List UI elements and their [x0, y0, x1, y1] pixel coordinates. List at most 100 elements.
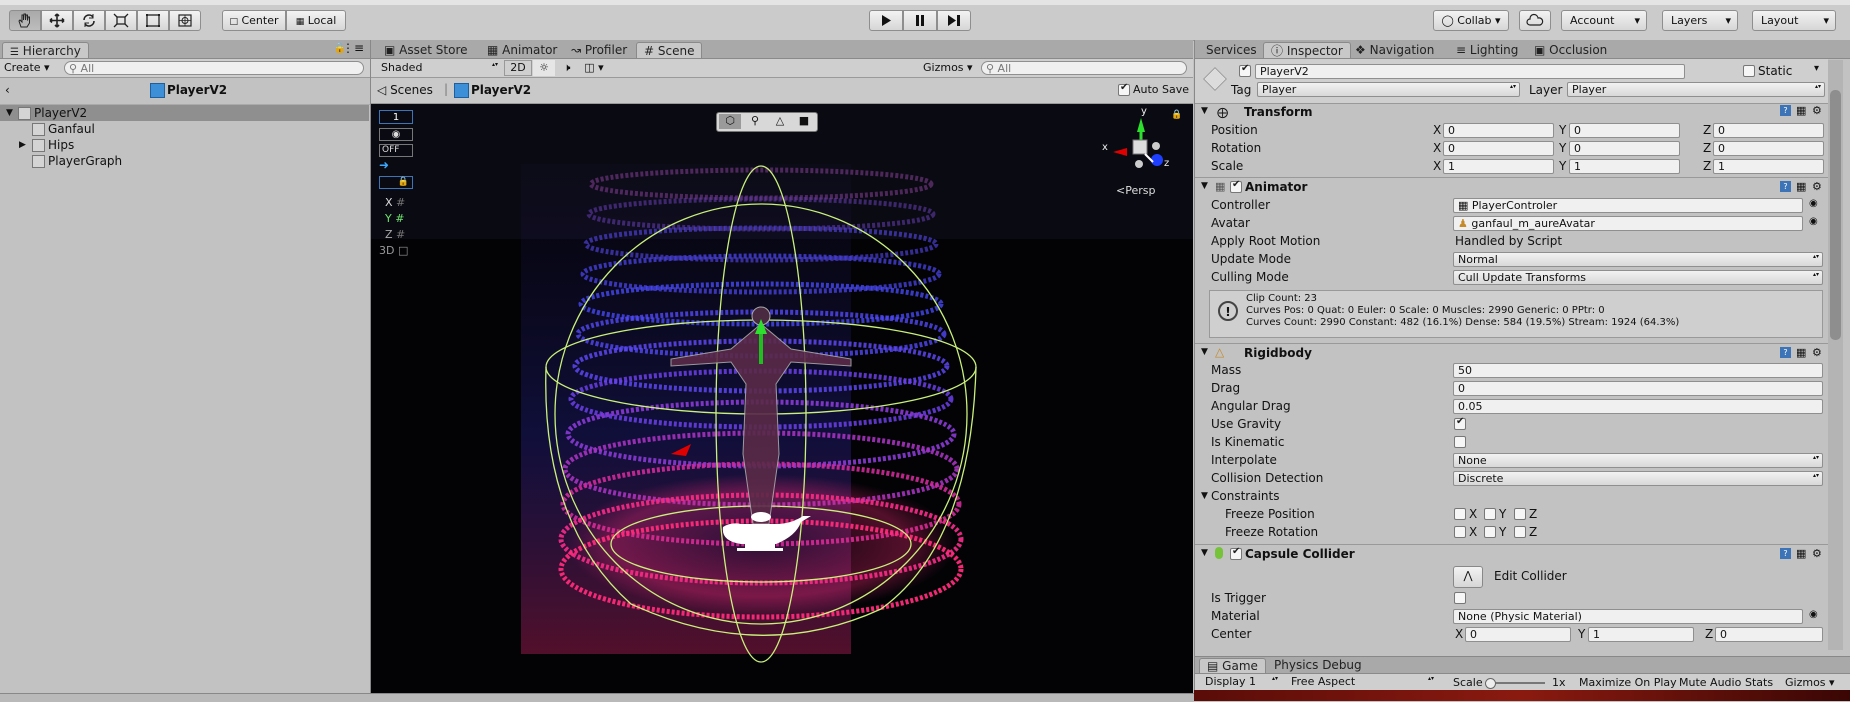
- display-dropdown[interactable]: Display 1: [1201, 675, 1281, 690]
- tab-animator[interactable]: ▦ Animator: [480, 42, 564, 58]
- center-y-field[interactable]: 1: [1588, 627, 1694, 642]
- position-y-field[interactable]: 0: [1569, 123, 1680, 138]
- drag-field[interactable]: 0: [1453, 381, 1823, 396]
- capsule-collider-enabled-checkbox[interactable]: [1230, 546, 1242, 560]
- pause-button[interactable]: [903, 10, 937, 31]
- freeze-position-z-checkbox[interactable]: [1514, 508, 1526, 520]
- effects-dropdown[interactable]: ◫ ▾: [579, 60, 609, 76]
- tree-item-playergraph[interactable]: PlayerGraph: [0, 153, 369, 169]
- rotation-y-field[interactable]: 0: [1569, 141, 1680, 156]
- center-z-field[interactable]: 0: [1715, 627, 1823, 642]
- hierarchy-search-input[interactable]: ⚲ All: [64, 61, 364, 75]
- rotation-z-field[interactable]: 0: [1713, 141, 1824, 156]
- preset-icon[interactable]: ▦: [1796, 346, 1806, 359]
- interpolate-dropdown[interactable]: None: [1453, 453, 1823, 468]
- material-field[interactable]: None (Physic Material): [1453, 609, 1803, 624]
- tab-profiler[interactable]: ↝ Profiler: [564, 42, 634, 58]
- tag-dropdown[interactable]: Player: [1257, 82, 1520, 97]
- collision-detection-dropdown[interactable]: Discrete: [1453, 471, 1823, 486]
- gizmo-lock-icon[interactable]: 🔒: [1171, 110, 1182, 120]
- scale-slider-thumb[interactable]: [1485, 678, 1496, 689]
- layers-dropdown[interactable]: Layers ▾: [1662, 10, 1738, 31]
- scale-z-field[interactable]: 1: [1713, 159, 1824, 174]
- off-toggle[interactable]: OFF: [379, 144, 413, 157]
- account-dropdown[interactable]: Account ▾: [1561, 10, 1647, 31]
- tab-occlusion[interactable]: ▣ Occlusion: [1527, 42, 1614, 58]
- lighting-toggle[interactable]: ☼: [533, 60, 555, 76]
- is-kinematic-checkbox[interactable]: [1454, 436, 1466, 448]
- axis-z-toggle[interactable]: Z #: [385, 228, 405, 241]
- animator-header[interactable]: ▼ ▦ Animator ? ▦ ⚙: [1195, 179, 1828, 196]
- capsule-collider-header[interactable]: ▼ Capsule Collider ? ▦ ⚙: [1195, 546, 1828, 563]
- auto-save-checkbox[interactable]: [1118, 82, 1130, 96]
- edit-collider-button[interactable]: ⋀: [1453, 566, 1483, 588]
- cloud-services-button[interactable]: [1519, 10, 1551, 31]
- scale-y-field[interactable]: 1: [1569, 159, 1680, 174]
- tree-item-ganfaul[interactable]: Ganfaul: [0, 121, 369, 137]
- maximize-on-play-toggle[interactable]: Maximize On Play: [1579, 676, 1677, 689]
- foldout-arrow-icon[interactable]: ▼: [1201, 548, 1208, 558]
- preset-icon[interactable]: ▦: [1796, 547, 1806, 560]
- breadcrumb-scenes[interactable]: ◁ Scenes: [377, 83, 433, 97]
- mass-field[interactable]: 50: [1453, 363, 1823, 378]
- tab-navigation[interactable]: ❖ Navigation: [1348, 42, 1441, 58]
- foldout-arrow-icon[interactable]: ▼: [1201, 106, 1208, 116]
- foldout-arrow-icon[interactable]: ▼: [1201, 347, 1208, 357]
- transform-header[interactable]: ▼ ⨁ Transform ? ▦ ⚙: [1195, 104, 1828, 121]
- panel-menu-icon[interactable]: ⋮≡: [342, 41, 364, 55]
- wire-view-button[interactable]: △: [769, 114, 791, 127]
- angular-drag-field[interactable]: 0.05: [1453, 399, 1823, 414]
- help-icon[interactable]: ?: [1780, 181, 1791, 192]
- freeze-rotation-z-checkbox[interactable]: [1514, 526, 1526, 538]
- tab-services[interactable]: Services: [1199, 42, 1264, 58]
- position-x-field[interactable]: 0: [1443, 123, 1554, 138]
- mode-3d-toggle[interactable]: 3D □: [379, 244, 408, 257]
- gear-icon[interactable]: ⚙: [1812, 346, 1822, 359]
- aspect-dropdown[interactable]: Free Aspect: [1287, 675, 1437, 690]
- tab-hierarchy[interactable]: ☰ Hierarchy: [2, 42, 89, 58]
- pivot-center-button[interactable]: □ Center: [222, 10, 286, 31]
- back-arrow-icon[interactable]: ‹: [5, 83, 10, 97]
- layer-index-field[interactable]: 1: [379, 110, 413, 124]
- cube-view-button[interactable]: ⬡: [719, 114, 741, 129]
- help-icon[interactable]: ?: [1780, 105, 1791, 116]
- chevron-down-icon[interactable]: ▾: [1814, 63, 1819, 74]
- direction-toggle[interactable]: ➜: [379, 159, 413, 173]
- rotation-x-field[interactable]: 0: [1443, 141, 1554, 156]
- expand-arrow-icon[interactable]: ▶: [19, 137, 26, 153]
- tree-item-hips[interactable]: ▶ Hips: [0, 137, 369, 153]
- culling-mode-dropdown[interactable]: Cull Update Transforms: [1453, 270, 1823, 285]
- tree-item-playerv2[interactable]: ▼ PlayerV2: [0, 105, 369, 121]
- help-icon[interactable]: ?: [1780, 548, 1791, 559]
- mode-2d-toggle[interactable]: 2D: [504, 60, 532, 76]
- create-dropdown[interactable]: Create ▾: [4, 61, 50, 75]
- position-z-field[interactable]: 0: [1713, 123, 1824, 138]
- axis-y-toggle[interactable]: Y #: [385, 212, 404, 225]
- lock-toggle[interactable]: 🔒: [379, 176, 413, 189]
- is-trigger-checkbox[interactable]: [1454, 592, 1466, 604]
- tab-inspector[interactable]: ⓘ Inspector: [1263, 42, 1351, 58]
- tab-game[interactable]: ▤ Game: [1199, 658, 1266, 673]
- solid-view-button[interactable]: ■: [793, 114, 815, 127]
- tab-scene[interactable]: # Scene: [636, 42, 703, 58]
- freeze-position-x-checkbox[interactable]: [1454, 508, 1466, 520]
- avatar-field[interactable]: ♟ ganfaul_m_aureAvatar: [1453, 216, 1803, 231]
- hand-tool-button[interactable]: [9, 10, 41, 31]
- tab-physics-debug[interactable]: Physics Debug: [1267, 658, 1369, 673]
- object-picker-icon[interactable]: ◉: [1809, 216, 1818, 227]
- gear-icon[interactable]: ⚙: [1812, 547, 1822, 560]
- scale-slider[interactable]: [1485, 678, 1545, 689]
- scene-viewport[interactable]: 1 ◉ OFF ➜ 🔒 X # Y # Z # 3D □ ⬡ ⚲ △ ■ y x…: [371, 104, 1193, 693]
- audio-toggle[interactable]: 🕨: [556, 60, 578, 76]
- mute-audio-toggle[interactable]: Mute Audio: [1679, 676, 1741, 689]
- foldout-arrow-icon[interactable]: ▼: [1201, 181, 1208, 191]
- use-gravity-checkbox[interactable]: [1454, 416, 1466, 430]
- inspector-scrollbar[interactable]: [1828, 60, 1843, 650]
- play-button[interactable]: [869, 10, 903, 31]
- freeze-rotation-x-checkbox[interactable]: [1454, 526, 1466, 538]
- help-icon[interactable]: ?: [1780, 347, 1791, 358]
- preset-icon[interactable]: ▦: [1796, 104, 1806, 117]
- game-gizmos-dropdown[interactable]: Gizmos ▾: [1785, 676, 1835, 689]
- gizmos-dropdown[interactable]: Gizmos ▾: [923, 61, 973, 74]
- layout-dropdown[interactable]: Layout ▾: [1752, 10, 1836, 31]
